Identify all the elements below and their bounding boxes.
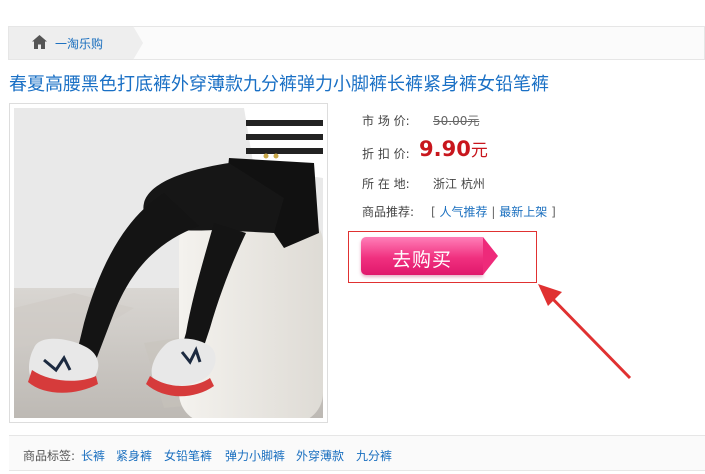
tag-item[interactable]: 女铅笔裤 [164,447,212,464]
product-image-frame[interactable] [9,103,328,423]
recommend-link-new[interactable]: 最新上架 [499,205,547,219]
sale-price: 9.90元 [419,136,488,161]
top-spacer [0,0,705,24]
annotation-arrow-icon [538,284,632,380]
home-icon [32,35,47,49]
product-title: 春夏高腰黑色打底裤外穿薄款九分裤弹力小脚裤长裤紧身裤女铅笔裤 [9,74,549,95]
breadcrumb: 一淘乐购 [8,26,705,60]
recommend-open-bracket: [ [431,205,436,219]
buy-button-tip[interactable] [483,237,498,275]
recommend-label: 商品推荐: [362,205,415,219]
tag-item[interactable]: 弹力小脚裤 [225,447,285,464]
recommend-close-bracket: ] [551,205,556,219]
leggings-photo [14,108,323,418]
product-image[interactable] [14,108,323,418]
sale-price-label: 折 扣 价: [362,147,410,161]
location-label: 所 在 地: [362,177,410,191]
recommend-link-popular[interactable]: 人气推荐 [440,205,488,219]
recommend-links: [ 人气推荐 | 最新上架 ] [431,203,556,220]
breadcrumb-home[interactable]: 一淘乐购 [9,27,133,59]
breadcrumb-arrow [133,26,143,60]
location-value: 浙江 杭州 [433,177,485,191]
tag-item[interactable]: 九分裤 [356,447,392,464]
tags-label: 商品标签: [23,449,76,463]
sale-price-value: 9.90 [419,137,471,161]
tag-item[interactable]: 外穿薄款 [296,447,344,464]
market-price-value: 50.00元 [433,114,480,128]
buy-button[interactable]: 去购买 [361,237,483,275]
recommend-separator: | [491,205,496,219]
sale-price-unit: 元 [470,141,488,161]
breadcrumb-home-link[interactable]: 一淘乐购 [55,35,103,52]
market-price-label: 市 场 价: [362,114,410,128]
tag-item[interactable]: 长裤 [81,447,105,464]
buy-button-label: 去购买 [391,249,452,271]
tags-bar: 商品标签: 长裤 紧身裤 女铅笔裤 弹力小脚裤 外穿薄款 九分裤 [9,435,705,471]
tag-item[interactable]: 紧身裤 [116,447,152,464]
